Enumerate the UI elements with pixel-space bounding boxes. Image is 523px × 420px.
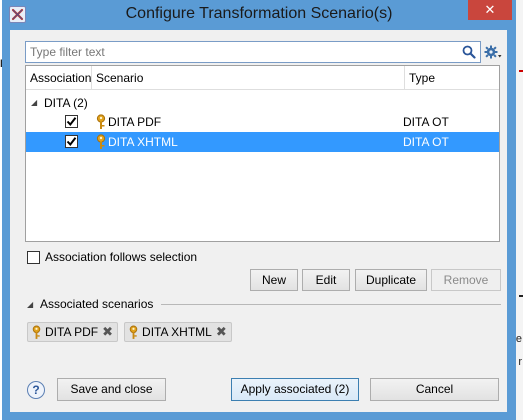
associated-chip[interactable]: DITA PDF ✖ xyxy=(27,322,119,342)
key-icon xyxy=(96,114,106,129)
table-header: Association Scenario Type xyxy=(26,66,499,90)
save-and-close-button[interactable]: Save and close xyxy=(57,378,166,401)
column-header-association[interactable]: Association xyxy=(26,66,92,90)
filter-input[interactable]: Type filter text xyxy=(26,45,458,59)
associated-chips: DITA PDF ✖ DITA XHTML ✖ xyxy=(27,322,238,342)
collapse-arrow-icon[interactable]: ◢ xyxy=(27,300,39,309)
background-mark xyxy=(519,295,523,297)
duplicate-button[interactable]: Duplicate xyxy=(355,269,427,291)
section-divider xyxy=(161,303,501,305)
help-icon[interactable]: ? xyxy=(27,381,45,399)
dialog-title: Configure Transformation Scenario(s) xyxy=(125,5,393,22)
key-icon xyxy=(96,134,106,149)
edit-button[interactable]: Edit xyxy=(302,269,350,291)
scenario-name: DITA XHTML xyxy=(108,135,178,149)
chip-label: DITA PDF xyxy=(45,325,99,339)
background-mark xyxy=(519,70,523,72)
table-row-selected[interactable]: DITA XHTML DITA OT xyxy=(26,132,499,152)
close-x-icon[interactable]: ✖ xyxy=(216,324,227,340)
table-row[interactable]: DITA PDF DITA OT xyxy=(26,112,499,132)
key-icon xyxy=(32,325,41,339)
gear-icon[interactable] xyxy=(482,42,504,62)
new-button[interactable]: New xyxy=(250,269,298,291)
cancel-button[interactable]: Cancel xyxy=(370,378,499,401)
scenario-name: DITA PDF xyxy=(108,115,162,129)
group-row-dita[interactable]: ◢ DITA (2) xyxy=(26,93,499,113)
dialog-window: Configure Transformation Scenario(s) ✕ T… xyxy=(2,0,516,420)
close-x-icon[interactable]: ✖ xyxy=(102,324,113,340)
scenario-table: Association Scenario Type ◢ DITA (2) DIT… xyxy=(25,65,500,242)
background-text: e xyxy=(515,333,522,345)
column-header-type[interactable]: Type xyxy=(405,66,499,90)
close-icon: ✕ xyxy=(484,2,496,17)
apply-associated-button[interactable]: Apply associated (2) xyxy=(231,378,359,401)
key-icon xyxy=(129,325,138,339)
remove-button[interactable]: Remove xyxy=(431,269,501,291)
scenario-type: DITA OT xyxy=(403,115,449,129)
association-follows-selection-checkbox[interactable] xyxy=(27,250,40,264)
associated-scenarios-label: Associated scenarios xyxy=(40,297,154,311)
chip-label: DITA XHTML xyxy=(142,325,212,339)
background-text: r xyxy=(518,356,522,368)
group-label: DITA (2) xyxy=(44,96,88,110)
scenario-type: DITA OT xyxy=(403,135,449,149)
association-follows-selection[interactable]: Association follows selection xyxy=(27,250,197,264)
association-follows-selection-label: Association follows selection xyxy=(45,250,198,264)
title-bar[interactable]: Configure Transformation Scenario(s) ✕ xyxy=(2,0,516,30)
expand-arrow-icon[interactable]: ◢ xyxy=(31,93,37,113)
close-button[interactable]: ✕ xyxy=(468,0,512,20)
filter-field[interactable]: Type filter text xyxy=(25,41,481,63)
association-checkbox[interactable] xyxy=(65,135,78,148)
search-icon[interactable] xyxy=(458,42,480,62)
associated-scenarios-section[interactable]: ◢ Associated scenarios xyxy=(27,297,501,311)
column-header-scenario[interactable]: Scenario xyxy=(92,66,405,90)
association-checkbox[interactable] xyxy=(65,115,78,128)
dialog-content: Type filter text Association Scenario Ty… xyxy=(10,30,507,412)
associated-chip[interactable]: DITA XHTML ✖ xyxy=(124,322,232,342)
